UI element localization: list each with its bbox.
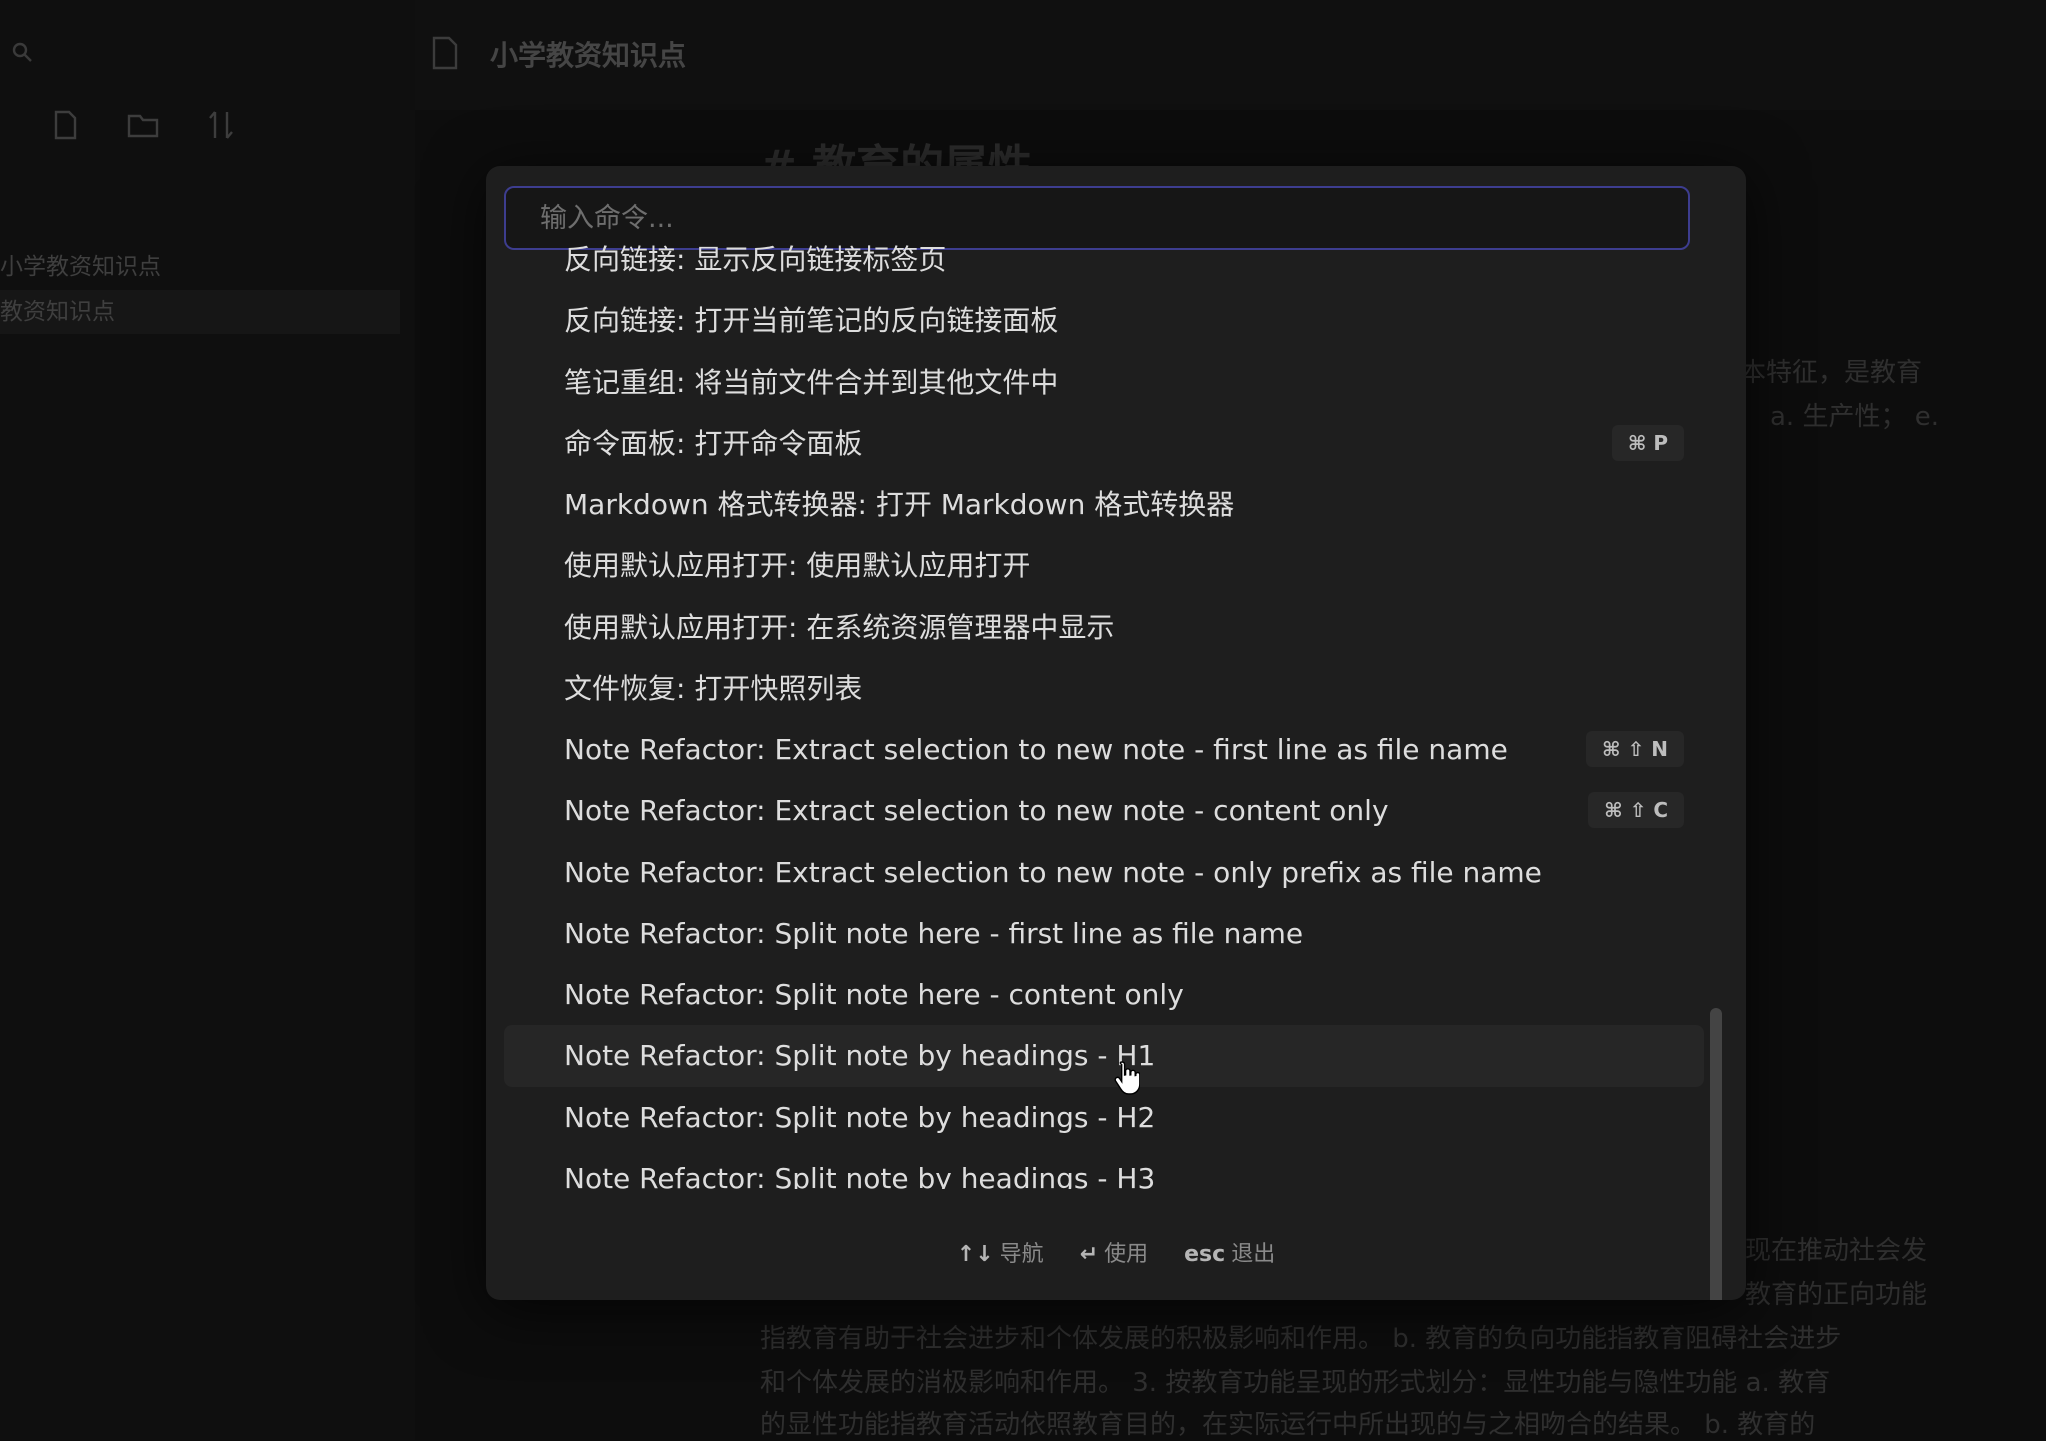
editor-line: 教育的正向功能 <box>1745 1280 1928 1310</box>
footer-hint-navigate: ↑↓ 导航 <box>956 1242 1044 1267</box>
command-list: 反向链接: 显示反向链接标签页反向链接: 打开当前笔记的反向链接面板 笔记重组: … <box>504 229 1704 1189</box>
editor-line: 本特征，是教育 <box>1740 358 1923 388</box>
command-label: 命令面板: 打开命令面板 <box>564 426 863 460</box>
command-label: Markdown 格式转换器: 打开 Markdown 格式转换器 <box>564 488 1235 521</box>
command-item[interactable]: 反向链接: 显示反向链接标签页 <box>504 229 1704 290</box>
command-label: Note Refactor: Extract selection to new … <box>564 855 1542 889</box>
command-label: Note Refactor: Split note here - first l… <box>564 916 1304 950</box>
hotkey-badge: ⌘ ⇧ C <box>1588 792 1684 829</box>
command-item[interactable]: Note Refactor: Split note by headings - … <box>504 1148 1704 1189</box>
sidebar-toolbar <box>48 108 238 142</box>
hotkey-badge: ⌘ ⇧ N <box>1586 731 1684 767</box>
editor-line: 现在推动社会发 <box>1745 1236 1928 1266</box>
command-label: Note Refactor: Split note here - content… <box>564 978 1184 1011</box>
command-label: 使用默认应用打开: 使用默认应用打开 <box>564 549 1031 583</box>
command-label: 文件恢复: 打开快照列表 <box>564 671 863 705</box>
command-label: 反向链接: 显示反向链接标签页 <box>564 243 947 276</box>
command-item[interactable]: 使用默认应用打开: 使用默认应用打开 <box>504 535 1704 596</box>
command-label: Note Refactor: Split note by headings - … <box>564 1100 1156 1134</box>
command-item[interactable]: Note Refactor: Extract selection to new … <box>504 780 1704 841</box>
command-label: Note Refactor: Extract selection to new … <box>564 733 1508 766</box>
command-item[interactable]: Note Refactor: Split note here - first l… <box>504 903 1704 964</box>
command-item[interactable]: Note Refactor: Extract selection to new … <box>504 719 1704 780</box>
sidebar-item-folder[interactable]: 小学教资知识点 <box>0 247 161 281</box>
command-label: Note Refactor: Split note by headings - … <box>564 1161 1156 1189</box>
new-folder-icon[interactable] <box>126 108 160 142</box>
new-note-icon[interactable] <box>48 108 82 142</box>
footer-hint-exit: esc 退出 <box>1184 1242 1276 1267</box>
editor-line: 的显性功能指教育活动依照教育目的，在实际运行中所出现的与之相吻合的结果。 b. … <box>760 1410 1816 1440</box>
command-item[interactable]: Note Refactor: Split note by headings - … <box>504 1087 1704 1148</box>
document-title: 小学教资知识点 <box>490 39 687 72</box>
sort-icon[interactable] <box>204 108 238 142</box>
command-label: Note Refactor: Split note by headings - … <box>564 1039 1156 1073</box>
footer-hint-use: ↵ 使用 <box>1079 1242 1149 1267</box>
command-label: 使用默认应用打开: 在系统资源管理器中显示 <box>564 610 1115 644</box>
command-item[interactable]: Note Refactor: Split note here - content… <box>504 964 1704 1025</box>
hotkey-badge: ⌘ P <box>1611 424 1684 461</box>
sidebar: 小学教资知识点 教资知识点 <box>0 0 415 1440</box>
command-item[interactable]: Markdown 格式转换器: 打开 Markdown 格式转换器 <box>504 474 1704 535</box>
command-label: 笔记重组: 将当前文件合并到其他文件中 <box>564 365 1059 399</box>
hand-cursor-icon <box>1114 1061 1140 1095</box>
command-label: Note Refactor: Extract selection to new … <box>564 794 1389 828</box>
command-item[interactable]: 文件恢复: 打开快照列表 <box>504 658 1704 719</box>
editor-line: a. 生产性； e. <box>1770 402 1939 432</box>
search-icon[interactable] <box>10 40 34 64</box>
palette-footer: ↑↓ 导航 ↵ 使用 esc 退出 <box>486 1236 1746 1268</box>
command-item[interactable]: Note Refactor: Extract selection to new … <box>504 842 1704 903</box>
command-item[interactable]: 笔记重组: 将当前文件合并到其他文件中 <box>504 352 1704 413</box>
editor-line: 指教育有助于社会进步和个体发展的积极影响和作用。 b. 教育的负向功能指教育阻碍… <box>760 1324 1842 1354</box>
document-icon <box>432 36 458 70</box>
scrollbar-thumb[interactable] <box>1710 1008 1722 1300</box>
command-item[interactable]: 反向链接: 打开当前笔记的反向链接面板 <box>504 290 1704 351</box>
command-item[interactable]: 命令面板: 打开命令面板 ⌘ P <box>504 413 1704 474</box>
sidebar-item-note[interactable]: 教资知识点 <box>0 290 400 334</box>
command-item[interactable]: Note Refactor: Split note by headings - … <box>504 1025 1704 1087</box>
command-palette: 反向链接: 显示反向链接标签页反向链接: 打开当前笔记的反向链接面板笔记重组: … <box>486 166 1746 1300</box>
command-item[interactable]: 使用默认应用打开: 在系统资源管理器中显示 <box>504 597 1704 658</box>
command-label: 反向链接: 打开当前笔记的反向链接面板 <box>564 304 1059 338</box>
editor-line: 和个体发展的消极影响和作用。 3. 按教育功能呈现的形式划分：显性功能与隐性功能… <box>760 1368 1831 1398</box>
